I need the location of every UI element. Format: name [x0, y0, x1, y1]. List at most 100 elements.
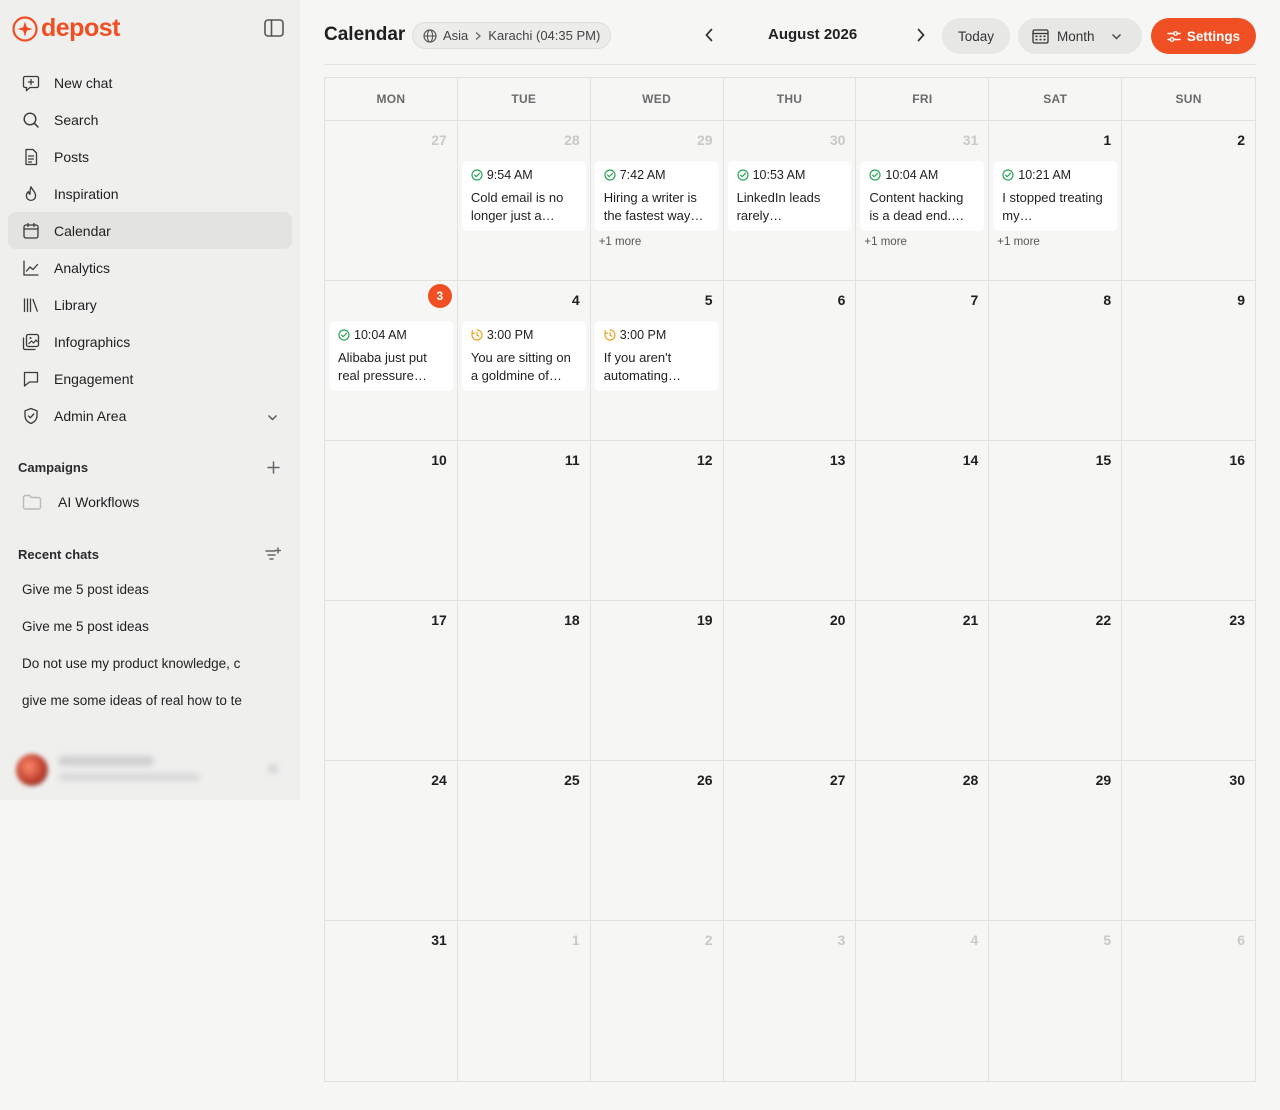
day-cell[interactable]: 30 10:53 AM LinkedIn leads rarely announce…: [723, 121, 857, 281]
day-cell[interactable]: 31 10:04 AM Content hacking is a dead end.…: [856, 121, 990, 281]
day-number: 1: [571, 932, 580, 948]
next-month-button[interactable]: [910, 24, 932, 46]
day-cell[interactable]: 28: [856, 761, 990, 921]
day-cell[interactable]: 6: [1122, 921, 1255, 1081]
more-posts-link[interactable]: +1 more: [864, 236, 907, 248]
day-cell[interactable]: 27: [325, 121, 458, 281]
day-cell[interactable]: 10: [325, 441, 458, 601]
day-cell[interactable]: 18: [457, 601, 591, 761]
post-card[interactable]: 10:21 AM I stopped treating my…: [993, 161, 1118, 231]
user-profile[interactable]: [16, 750, 284, 788]
filter-chats-button[interactable]: [264, 545, 282, 563]
day-number: 13: [829, 452, 846, 468]
day-cell[interactable]: 21: [856, 601, 990, 761]
campaign-item-ai-workflows[interactable]: AI Workflows: [22, 490, 139, 514]
prev-month-button[interactable]: [698, 24, 720, 46]
sidebar-item-new-chat[interactable]: New chat: [8, 64, 292, 101]
sidebar-item-inspiration[interactable]: Inspiration: [8, 175, 292, 212]
post-card[interactable]: 10:04 AM Content hacking is a dead end.…: [860, 161, 985, 231]
recent-chat-item[interactable]: Give me 5 post ideas: [22, 571, 244, 608]
clock-scheduled-icon: [471, 328, 483, 341]
logo[interactable]: depost: [12, 14, 120, 43]
day-cell[interactable]: 5 3:00 PM If you aren't automating your…: [590, 281, 724, 441]
sidebar-item-analytics[interactable]: Analytics: [8, 249, 292, 286]
sidebar-item-engagement[interactable]: Engagement: [8, 360, 292, 397]
day-cell[interactable]: 19: [590, 601, 724, 761]
day-cell[interactable]: 24: [325, 761, 458, 921]
image-gallery-icon: [22, 333, 40, 351]
sidebar-item-admin-area[interactable]: Admin Area: [8, 397, 292, 434]
timezone-selector[interactable]: Asia Karachi (04:35 PM): [412, 22, 612, 49]
sidebar-item-label: Admin Area: [54, 407, 127, 424]
day-number: 16: [1229, 452, 1245, 468]
day-cell[interactable]: 29: [989, 761, 1123, 921]
day-number: 5: [1103, 932, 1112, 948]
calendar-grid: 27 28 9:54 AM Cold email is no longer just …: [325, 121, 1255, 1081]
settings-button[interactable]: Settings: [1151, 18, 1256, 54]
sidebar-toggle-button[interactable]: [263, 18, 285, 38]
view-mode-select[interactable]: Month: [1018, 18, 1142, 54]
day-cell[interactable]: 8: [989, 281, 1123, 441]
day-cell[interactable]: 27: [723, 761, 857, 921]
sidebar-item-infographics[interactable]: Infographics: [8, 323, 292, 360]
day-cell[interactable]: 1: [458, 921, 591, 1081]
add-campaign-button[interactable]: [264, 458, 282, 476]
day-cell[interactable]: 22: [989, 601, 1123, 761]
day-cell[interactable]: 1 10:21 AM I stopped treating my… +1 more: [989, 121, 1123, 281]
check-circle-icon: [869, 168, 882, 181]
day-number: 2: [1237, 132, 1245, 148]
post-snippet: If you aren't automating your…: [603, 350, 672, 383]
post-card[interactable]: 3:00 PM You are sitting on a goldmine of…: [461, 321, 586, 391]
sidebar-item-posts[interactable]: Posts: [8, 138, 292, 175]
flame-icon: [22, 185, 40, 203]
day-cell[interactable]: 13: [723, 441, 857, 601]
day-cell[interactable]: 14: [856, 441, 990, 601]
recent-chat-item[interactable]: Do not use my product knowledge, c: [22, 645, 244, 682]
post-card[interactable]: 3:00 PM If you aren't automating your…: [594, 321, 719, 391]
day-cell[interactable]: 28 9:54 AM Cold email is no longer just a…: [457, 121, 591, 281]
day-cell[interactable]: 11: [457, 441, 591, 601]
day-cell[interactable]: 25: [457, 761, 591, 921]
day-cell[interactable]: 26: [590, 761, 724, 921]
day-cell[interactable]: 2: [591, 921, 724, 1081]
day-cell[interactable]: 23: [1122, 601, 1255, 761]
post-card[interactable]: 10:04 AM Alibaba just put real pressure o…: [329, 321, 453, 391]
day-number: 4: [571, 292, 580, 308]
post-time-text: 3:00 PM: [619, 327, 667, 342]
recent-chat-item[interactable]: give me some ideas of real how to te: [22, 682, 244, 719]
today-button[interactable]: Today: [942, 18, 1010, 54]
day-cell[interactable]: 4: [856, 921, 990, 1081]
sidebar-item-label: Posts: [54, 148, 90, 165]
day-cell[interactable]: 20: [723, 601, 857, 761]
day-cell[interactable]: 31: [325, 921, 458, 1081]
recent-chat-item[interactable]: Give me 5 post ideas: [22, 608, 244, 645]
post-card[interactable]: 9:54 AM Cold email is no longer just a…: [461, 161, 586, 231]
day-number: 31: [962, 132, 979, 148]
more-posts-link[interactable]: +1 more: [997, 236, 1040, 248]
day-cell[interactable]: 7: [856, 281, 990, 441]
day-cell[interactable]: 15: [989, 441, 1123, 601]
day-cell[interactable]: 17: [325, 601, 458, 761]
day-cell[interactable]: 3: [724, 921, 857, 1081]
more-posts-link[interactable]: +1 more: [599, 236, 642, 248]
sidebar-item-search[interactable]: Search: [8, 101, 292, 138]
post-card[interactable]: 10:53 AM LinkedIn leads rarely announce…: [727, 161, 852, 231]
day-cell[interactable]: 6: [723, 281, 857, 441]
day-cell[interactable]: 9: [1122, 281, 1255, 441]
sidebar-item-calendar[interactable]: Calendar: [8, 212, 292, 249]
current-month-label: August 2026: [768, 26, 858, 43]
day-number: 20: [829, 612, 846, 628]
day-number: 10: [431, 452, 447, 468]
day-cell[interactable]: 30: [1122, 761, 1255, 921]
post-card[interactable]: 7:42 AM Hiring a writer is the fastest wa…: [594, 161, 719, 231]
chevron-down-icon[interactable]: [267, 408, 278, 424]
day-cell[interactable]: 16: [1122, 441, 1255, 601]
sidebar-item-library[interactable]: Library: [8, 286, 292, 323]
day-cell[interactable]: 12: [590, 441, 724, 601]
day-cell[interactable]: 2: [1122, 121, 1255, 281]
day-number: 24: [431, 772, 447, 788]
day-cell[interactable]: 3 10:04 AM Alibaba just put real pressure …: [325, 281, 458, 441]
day-cell[interactable]: 29 7:42 AM Hiring a writer is the fastest …: [590, 121, 724, 281]
day-cell[interactable]: 4 3:00 PM You are sitting on a goldmine of…: [457, 281, 591, 441]
day-cell[interactable]: 5: [989, 921, 1123, 1081]
